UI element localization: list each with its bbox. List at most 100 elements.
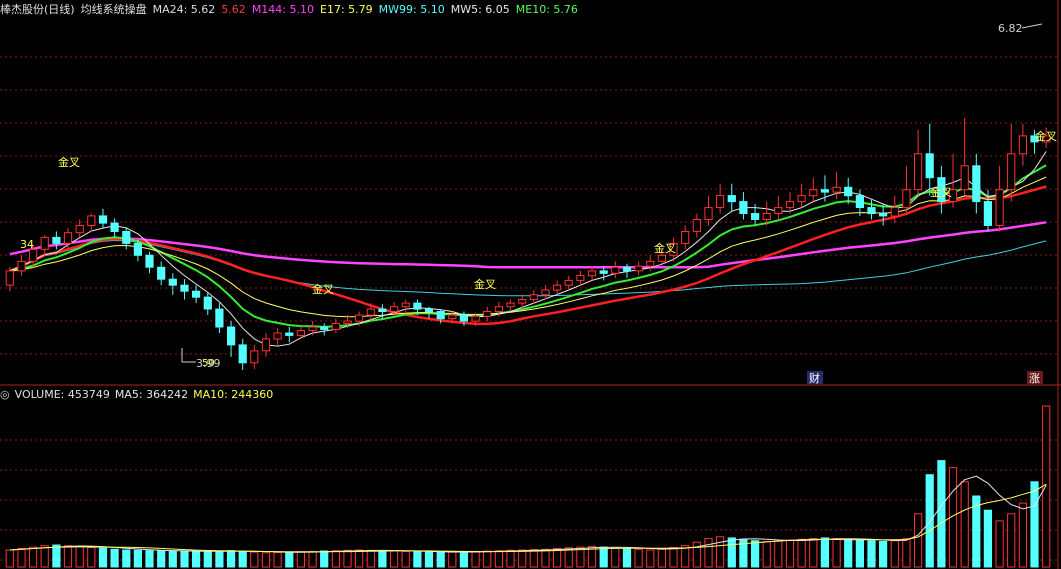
candle[interactable]	[110, 218, 119, 238]
volume-bar[interactable]	[518, 549, 527, 568]
volume-bar[interactable]	[261, 552, 271, 568]
volume-bar[interactable]	[29, 546, 38, 568]
candle[interactable]	[5, 267, 14, 292]
candle[interactable]	[634, 261, 643, 276]
candle[interactable]	[87, 213, 96, 232]
candle[interactable]	[739, 192, 748, 220]
volume-bar[interactable]	[75, 545, 84, 568]
volume-bar[interactable]	[832, 538, 841, 568]
candle[interactable]	[133, 239, 143, 262]
volume-bar[interactable]	[390, 550, 399, 568]
volume-bar[interactable]	[320, 550, 329, 568]
candle[interactable]	[692, 213, 701, 238]
volume-bar[interactable]	[40, 545, 49, 568]
volume-bar[interactable]	[157, 550, 166, 568]
volume-bar[interactable]	[238, 550, 247, 568]
candle[interactable]	[17, 255, 26, 276]
volume-bar[interactable]	[17, 548, 26, 568]
volume-bar[interactable]	[343, 549, 352, 568]
volume-bar[interactable]	[564, 547, 573, 568]
candle[interactable]	[157, 261, 166, 286]
candle[interactable]	[867, 199, 876, 220]
volume-bar[interactable]	[52, 544, 61, 568]
candle[interactable]	[844, 177, 853, 204]
candle[interactable]	[681, 225, 690, 250]
volume-bar[interactable]	[599, 546, 608, 568]
volume-bar[interactable]	[308, 550, 317, 568]
volume-bar[interactable]	[902, 538, 911, 568]
volume-bar[interactable]	[879, 541, 888, 568]
candle[interactable]	[331, 318, 340, 333]
volume-bar[interactable]	[227, 550, 236, 568]
candle[interactable]	[238, 338, 247, 370]
candle[interactable]	[809, 177, 818, 202]
volume-bar[interactable]	[727, 537, 736, 568]
volume-bar[interactable]	[809, 538, 818, 568]
volume-bar[interactable]	[98, 547, 108, 568]
candle[interactable]	[308, 321, 317, 336]
candle[interactable]	[972, 153, 981, 214]
volume-bar[interactable]	[494, 550, 503, 568]
candle[interactable]	[401, 299, 410, 314]
cai-marker[interactable]: 财	[809, 371, 820, 385]
volume-bar[interactable]	[762, 541, 771, 568]
volume-bar[interactable]	[296, 551, 305, 568]
candle[interactable]	[820, 175, 829, 202]
volume-bar[interactable]	[995, 520, 1004, 568]
candle[interactable]	[180, 279, 189, 300]
volume-bar[interactable]	[87, 547, 96, 568]
candle[interactable]	[797, 183, 806, 208]
candle[interactable]	[914, 129, 923, 196]
volume-bar[interactable]	[506, 549, 515, 568]
volume-bar[interactable]	[448, 551, 457, 568]
candle[interactable]	[727, 183, 736, 212]
volume-bar[interactable]	[5, 549, 14, 568]
volume-bar[interactable]	[855, 539, 864, 568]
volume-bar[interactable]	[145, 550, 154, 568]
volume-bar[interactable]	[203, 551, 212, 568]
candle[interactable]	[320, 323, 329, 336]
volume-bar[interactable]	[285, 551, 294, 568]
candle[interactable]	[995, 165, 1004, 232]
volume-bar[interactable]	[483, 550, 492, 568]
candle[interactable]	[553, 280, 562, 295]
volume-bar[interactable]	[471, 550, 480, 568]
candle[interactable]	[261, 332, 271, 357]
volume-bar[interactable]	[133, 549, 143, 568]
volume-bar[interactable]	[751, 540, 760, 568]
stock-chart[interactable]: 6.82 3.99 50 34 金叉 金叉 金叉 金叉 金叉 金叉 财 涨	[0, 0, 1061, 569]
volume-bar[interactable]	[273, 552, 282, 568]
candle[interactable]	[40, 235, 49, 256]
volume-bar[interactable]	[401, 550, 410, 568]
volume-bar[interactable]	[168, 550, 177, 568]
volume-bar[interactable]	[622, 548, 632, 568]
volume-bar[interactable]	[669, 547, 678, 568]
candle[interactable]	[273, 328, 282, 345]
candle[interactable]	[506, 299, 515, 312]
candle[interactable]	[925, 123, 934, 196]
volume-bar[interactable]	[553, 548, 562, 568]
volume-bar[interactable]	[378, 550, 387, 568]
candle[interactable]	[902, 165, 911, 214]
volume-bar[interactable]	[366, 549, 375, 568]
volume-bar[interactable]	[1042, 405, 1051, 568]
volume-bar[interactable]	[529, 549, 538, 568]
zhang-marker[interactable]: 涨	[1029, 372, 1040, 385]
volume-bar[interactable]	[634, 548, 643, 568]
volume-bar[interactable]	[704, 538, 713, 568]
volume-bar[interactable]	[110, 548, 119, 568]
volume-bar[interactable]	[960, 481, 969, 568]
volume-bar[interactable]	[925, 474, 934, 568]
volume-bar[interactable]	[215, 550, 224, 568]
volume-bar[interactable]	[785, 539, 795, 568]
candle[interactable]	[192, 285, 201, 304]
volume-bar[interactable]	[774, 540, 783, 568]
candle[interactable]	[483, 306, 492, 322]
volume-bar[interactable]	[1030, 481, 1039, 568]
volume-collapse-icon[interactable]: ◎	[0, 388, 10, 401]
candle[interactable]	[622, 263, 632, 279]
candle[interactable]	[704, 195, 713, 226]
volume-bar[interactable]	[192, 550, 201, 568]
volume-bar[interactable]	[646, 549, 655, 568]
volume-bar[interactable]	[1018, 502, 1027, 568]
